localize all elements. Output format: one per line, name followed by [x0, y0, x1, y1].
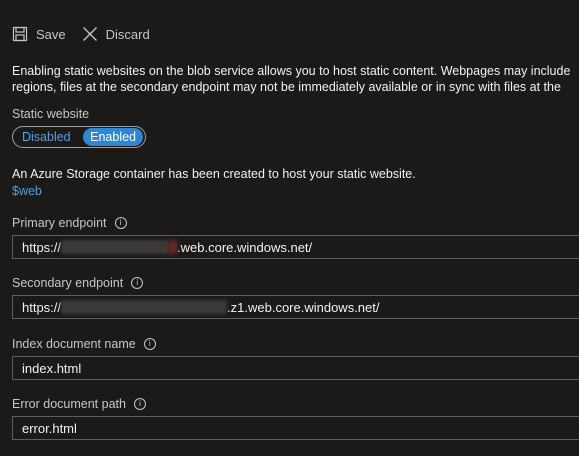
- secondary-endpoint-label: Secondary endpoint i: [12, 276, 144, 290]
- primary-endpoint-label: Primary endpoint i: [12, 216, 127, 230]
- primary-endpoint-field[interactable]: https:// .web.core.windows.net/: [12, 235, 579, 259]
- static-website-label-text: Static website: [12, 107, 90, 121]
- index-document-value: index.html: [22, 360, 82, 376]
- description-line-2: regions, files at the secondary endpoint…: [12, 80, 561, 94]
- web-container-link[interactable]: $web: [12, 184, 42, 198]
- secondary-endpoint-label-text: Secondary endpoint: [12, 276, 124, 290]
- error-document-value: error.html: [22, 420, 77, 436]
- redacted-account-name: [61, 300, 228, 314]
- container-info-text: An Azure Storage container has been crea…: [12, 167, 416, 181]
- save-button[interactable]: Save: [12, 26, 66, 42]
- command-bar: Save Discard: [12, 20, 166, 48]
- discard-label: Discard: [105, 26, 150, 42]
- info-icon[interactable]: i: [131, 277, 144, 289]
- secondary-endpoint-suffix: .z1.web.core.windows.net/: [227, 299, 380, 315]
- redacted-account-name: [61, 240, 170, 254]
- description-line-1: Enabling static websites on the blob ser…: [12, 64, 571, 78]
- primary-endpoint-suffix: .web.core.windows.net/: [177, 239, 313, 255]
- primary-endpoint-label-text: Primary endpoint: [12, 216, 107, 230]
- toggle-option-disabled[interactable]: Disabled: [15, 128, 78, 146]
- secondary-endpoint-prefix: https://: [22, 299, 62, 315]
- static-website-blade: Save Discard Enabling static websites on…: [0, 0, 579, 456]
- toggle-option-enabled[interactable]: Enabled: [83, 128, 143, 146]
- info-icon[interactable]: i: [143, 338, 156, 350]
- info-icon[interactable]: i: [133, 398, 146, 410]
- primary-endpoint-prefix: https://: [22, 239, 62, 255]
- index-document-label-text: Index document name: [12, 337, 136, 351]
- static-website-toggle[interactable]: Disabled Enabled: [12, 126, 146, 148]
- error-document-input[interactable]: error.html: [12, 416, 579, 440]
- index-document-input[interactable]: index.html: [12, 356, 579, 380]
- save-icon: [12, 26, 28, 42]
- static-website-label: Static website: [12, 107, 89, 121]
- info-icon[interactable]: i: [114, 217, 127, 229]
- secondary-endpoint-field[interactable]: https:// .z1.web.core.windows.net/: [12, 295, 579, 319]
- redacted-account-name-marker: [169, 240, 178, 254]
- index-document-label: Index document name i: [12, 337, 156, 351]
- description-text: Enabling static websites on the blob ser…: [12, 63, 579, 95]
- error-document-label-text: Error document path: [12, 397, 126, 411]
- close-icon: [82, 26, 98, 42]
- discard-button[interactable]: Discard: [82, 26, 150, 42]
- error-document-label: Error document path i: [12, 397, 146, 411]
- save-label: Save: [36, 26, 66, 42]
